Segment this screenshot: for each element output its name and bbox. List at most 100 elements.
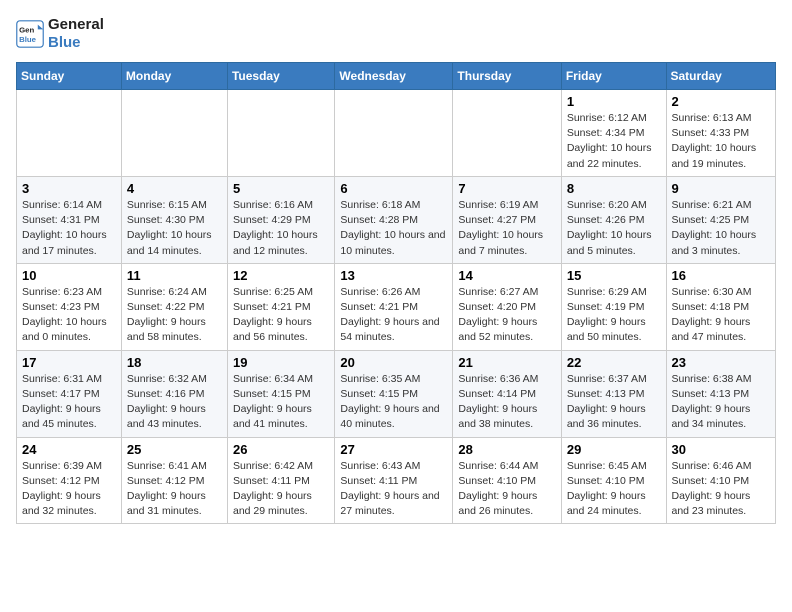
day-number: 19 [233, 355, 329, 370]
day-number: 27 [340, 442, 447, 457]
day-cell: 2 Sunrise: 6:13 AM Sunset: 4:33 PM Daylig… [666, 90, 776, 177]
day-info: Sunrise: 6:38 AM Sunset: 4:13 PM Dayligh… [672, 372, 771, 433]
day-cell: 26 Sunrise: 6:42 AM Sunset: 4:11 PM Dayli… [227, 437, 334, 524]
svg-text:Gen: Gen [19, 25, 34, 34]
day-cell: 12 Sunrise: 6:25 AM Sunset: 4:21 PM Dayli… [227, 263, 334, 350]
day-info: Sunrise: 6:23 AM Sunset: 4:23 PM Dayligh… [22, 285, 116, 346]
week-row-1: 3 Sunrise: 6:14 AM Sunset: 4:31 PM Daylig… [17, 176, 776, 263]
header-cell-sunday: Sunday [17, 63, 122, 90]
day-cell: 8Sunrise: 6:20 AM Sunset: 4:26 PM Daylig… [561, 176, 666, 263]
day-info: Sunrise: 6:13 AM Sunset: 4:33 PM Dayligh… [672, 111, 771, 172]
day-cell: 20 Sunrise: 6:35 AM Sunset: 4:15 PM Dayli… [335, 350, 453, 437]
day-number: 30 [672, 442, 771, 457]
day-info: Sunrise: 6:29 AM Sunset: 4:19 PM Dayligh… [567, 285, 661, 346]
day-cell [453, 90, 561, 177]
header-cell-friday: Friday [561, 63, 666, 90]
day-number: 16 [672, 268, 771, 283]
day-info: Sunrise: 6:35 AM Sunset: 4:15 PM Dayligh… [340, 372, 447, 433]
day-cell: 3 Sunrise: 6:14 AM Sunset: 4:31 PM Daylig… [17, 176, 122, 263]
day-cell: 19 Sunrise: 6:34 AM Sunset: 4:15 PM Dayli… [227, 350, 334, 437]
day-cell: 22Sunrise: 6:37 AM Sunset: 4:13 PM Dayli… [561, 350, 666, 437]
week-row-2: 10Sunrise: 6:23 AM Sunset: 4:23 PM Dayli… [17, 263, 776, 350]
day-number: 12 [233, 268, 329, 283]
header-cell-saturday: Saturday [666, 63, 776, 90]
day-cell: 28 Sunrise: 6:44 AM Sunset: 4:10 PM Dayli… [453, 437, 561, 524]
day-info: Sunrise: 6:42 AM Sunset: 4:11 PM Dayligh… [233, 459, 329, 520]
day-cell: 29Sunrise: 6:45 AM Sunset: 4:10 PM Dayli… [561, 437, 666, 524]
day-cell [17, 90, 122, 177]
header-cell-wednesday: Wednesday [335, 63, 453, 90]
day-info: Sunrise: 6:24 AM Sunset: 4:22 PM Dayligh… [127, 285, 222, 346]
day-number: 29 [567, 442, 661, 457]
day-cell: 23 Sunrise: 6:38 AM Sunset: 4:13 PM Dayli… [666, 350, 776, 437]
day-cell: 17 Sunrise: 6:31 AM Sunset: 4:17 PM Dayli… [17, 350, 122, 437]
day-number: 17 [22, 355, 116, 370]
day-number: 14 [458, 268, 555, 283]
day-info: Sunrise: 6:44 AM Sunset: 4:10 PM Dayligh… [458, 459, 555, 520]
day-cell: 7Sunrise: 6:19 AM Sunset: 4:27 PM Daylig… [453, 176, 561, 263]
day-number: 26 [233, 442, 329, 457]
day-info: Sunrise: 6:25 AM Sunset: 4:21 PM Dayligh… [233, 285, 329, 346]
day-number: 3 [22, 181, 116, 196]
day-info: Sunrise: 6:19 AM Sunset: 4:27 PM Dayligh… [458, 198, 555, 259]
day-info: Sunrise: 6:41 AM Sunset: 4:12 PM Dayligh… [127, 459, 222, 520]
day-number: 25 [127, 442, 222, 457]
day-cell [227, 90, 334, 177]
day-info: Sunrise: 6:39 AM Sunset: 4:12 PM Dayligh… [22, 459, 116, 520]
day-number: 21 [458, 355, 555, 370]
day-info: Sunrise: 6:12 AM Sunset: 4:34 PM Dayligh… [567, 111, 661, 172]
day-info: Sunrise: 6:34 AM Sunset: 4:15 PM Dayligh… [233, 372, 329, 433]
day-number: 8 [567, 181, 661, 196]
day-cell: 4Sunrise: 6:15 AM Sunset: 4:30 PM Daylig… [121, 176, 227, 263]
day-cell [121, 90, 227, 177]
day-number: 22 [567, 355, 661, 370]
day-number: 6 [340, 181, 447, 196]
day-cell: 27 Sunrise: 6:43 AM Sunset: 4:11 PM Dayli… [335, 437, 453, 524]
day-cell [335, 90, 453, 177]
calendar-header: SundayMondayTuesdayWednesdayThursdayFrid… [17, 63, 776, 90]
day-info: Sunrise: 6:27 AM Sunset: 4:20 PM Dayligh… [458, 285, 555, 346]
day-info: Sunrise: 6:14 AM Sunset: 4:31 PM Dayligh… [22, 198, 116, 259]
day-info: Sunrise: 6:15 AM Sunset: 4:30 PM Dayligh… [127, 198, 222, 259]
day-cell: 16 Sunrise: 6:30 AM Sunset: 4:18 PM Dayli… [666, 263, 776, 350]
day-info: Sunrise: 6:36 AM Sunset: 4:14 PM Dayligh… [458, 372, 555, 433]
day-info: Sunrise: 6:43 AM Sunset: 4:11 PM Dayligh… [340, 459, 447, 520]
header: Gen Blue General Blue [16, 16, 776, 52]
day-number: 23 [672, 355, 771, 370]
day-cell: 30 Sunrise: 6:46 AM Sunset: 4:10 PM Dayli… [666, 437, 776, 524]
day-number: 15 [567, 268, 661, 283]
day-number: 24 [22, 442, 116, 457]
logo-text: General Blue [48, 16, 104, 52]
header-cell-thursday: Thursday [453, 63, 561, 90]
day-number: 2 [672, 94, 771, 109]
day-info: Sunrise: 6:26 AM Sunset: 4:21 PM Dayligh… [340, 285, 447, 346]
logo-icon: Gen Blue [16, 20, 44, 48]
header-row: SundayMondayTuesdayWednesdayThursdayFrid… [17, 63, 776, 90]
day-number: 11 [127, 268, 222, 283]
day-info: Sunrise: 6:46 AM Sunset: 4:10 PM Dayligh… [672, 459, 771, 520]
day-number: 18 [127, 355, 222, 370]
day-number: 20 [340, 355, 447, 370]
day-number: 13 [340, 268, 447, 283]
day-cell: 13 Sunrise: 6:26 AM Sunset: 4:21 PM Dayli… [335, 263, 453, 350]
day-info: Sunrise: 6:31 AM Sunset: 4:17 PM Dayligh… [22, 372, 116, 433]
svg-text:Blue: Blue [19, 35, 37, 44]
header-cell-monday: Monday [121, 63, 227, 90]
day-cell: 14 Sunrise: 6:27 AM Sunset: 4:20 PM Dayli… [453, 263, 561, 350]
day-cell: 11 Sunrise: 6:24 AM Sunset: 4:22 PM Dayli… [121, 263, 227, 350]
day-number: 5 [233, 181, 329, 196]
calendar-body: 1Sunrise: 6:12 AM Sunset: 4:34 PM Daylig… [17, 90, 776, 524]
day-number: 28 [458, 442, 555, 457]
day-cell: 25 Sunrise: 6:41 AM Sunset: 4:12 PM Dayli… [121, 437, 227, 524]
day-info: Sunrise: 6:30 AM Sunset: 4:18 PM Dayligh… [672, 285, 771, 346]
day-cell: 24 Sunrise: 6:39 AM Sunset: 4:12 PM Dayli… [17, 437, 122, 524]
header-cell-tuesday: Tuesday [227, 63, 334, 90]
week-row-0: 1Sunrise: 6:12 AM Sunset: 4:34 PM Daylig… [17, 90, 776, 177]
day-cell: 6 Sunrise: 6:18 AM Sunset: 4:28 PM Daylig… [335, 176, 453, 263]
day-info: Sunrise: 6:18 AM Sunset: 4:28 PM Dayligh… [340, 198, 447, 259]
calendar-table: SundayMondayTuesdayWednesdayThursdayFrid… [16, 62, 776, 524]
day-cell: 10Sunrise: 6:23 AM Sunset: 4:23 PM Dayli… [17, 263, 122, 350]
day-cell: 15 Sunrise: 6:29 AM Sunset: 4:19 PM Dayli… [561, 263, 666, 350]
day-cell: 5Sunrise: 6:16 AM Sunset: 4:29 PM Daylig… [227, 176, 334, 263]
day-cell: 18Sunrise: 6:32 AM Sunset: 4:16 PM Dayli… [121, 350, 227, 437]
